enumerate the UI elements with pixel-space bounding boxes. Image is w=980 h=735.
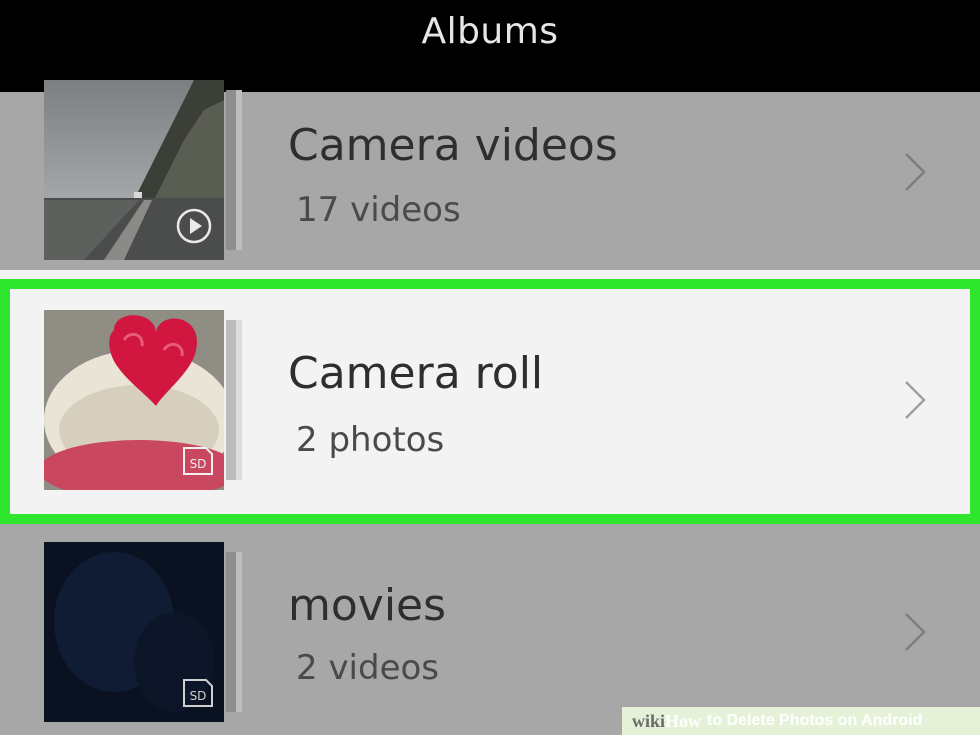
album-name: Camera videos [288,120,618,171]
chevron-right-icon [905,153,926,191]
chevron-right-icon [905,613,926,651]
album-count: 17 videos [296,190,461,230]
album-row-camera-roll[interactable]: SD Camera roll 2 photos [0,270,980,520]
album-thumbnail: SD [44,310,224,490]
stack-edge [226,90,236,250]
album-count: 2 photos [296,420,445,460]
stack-edge [236,552,242,712]
album-thumbnail-stack [44,80,242,260]
stack-edge [226,320,236,480]
play-icon [176,208,212,244]
watermark-brand-prefix: wiki [632,710,666,731]
album-thumbnail [44,80,224,260]
album-thumbnail: SD [44,542,224,722]
stack-edge [226,552,236,712]
album-count: 2 videos [296,648,440,688]
sd-card-badge: SD [182,446,214,480]
sd-badge-text: SD [190,457,207,471]
album-thumbnail-stack: SD [44,542,242,722]
sd-card-icon: SD [183,447,213,475]
page-title: Albums [421,10,559,52]
video-badge [174,206,214,250]
stack-edge [236,320,242,480]
sd-badge-text: SD [190,689,207,703]
album-name: movies [288,580,447,631]
album-name: Camera roll [288,348,544,399]
sd-card-badge: SD [182,678,214,712]
wikihow-watermark: wiki How to Delete Photos on Android [622,707,980,735]
app-header: Albums [0,0,980,92]
watermark-title: to Delete Photos on Android [707,712,923,729]
stack-edge [236,90,242,250]
chevron-right-icon [905,381,926,419]
album-thumbnail-stack: SD [44,310,242,490]
watermark-brand-suffix: How [665,710,702,731]
sd-card-icon: SD [183,679,213,707]
album-row-camera-videos[interactable]: Camera videos 17 videos [0,80,980,267]
album-row-movies[interactable]: SD movies 2 videos [0,530,980,735]
